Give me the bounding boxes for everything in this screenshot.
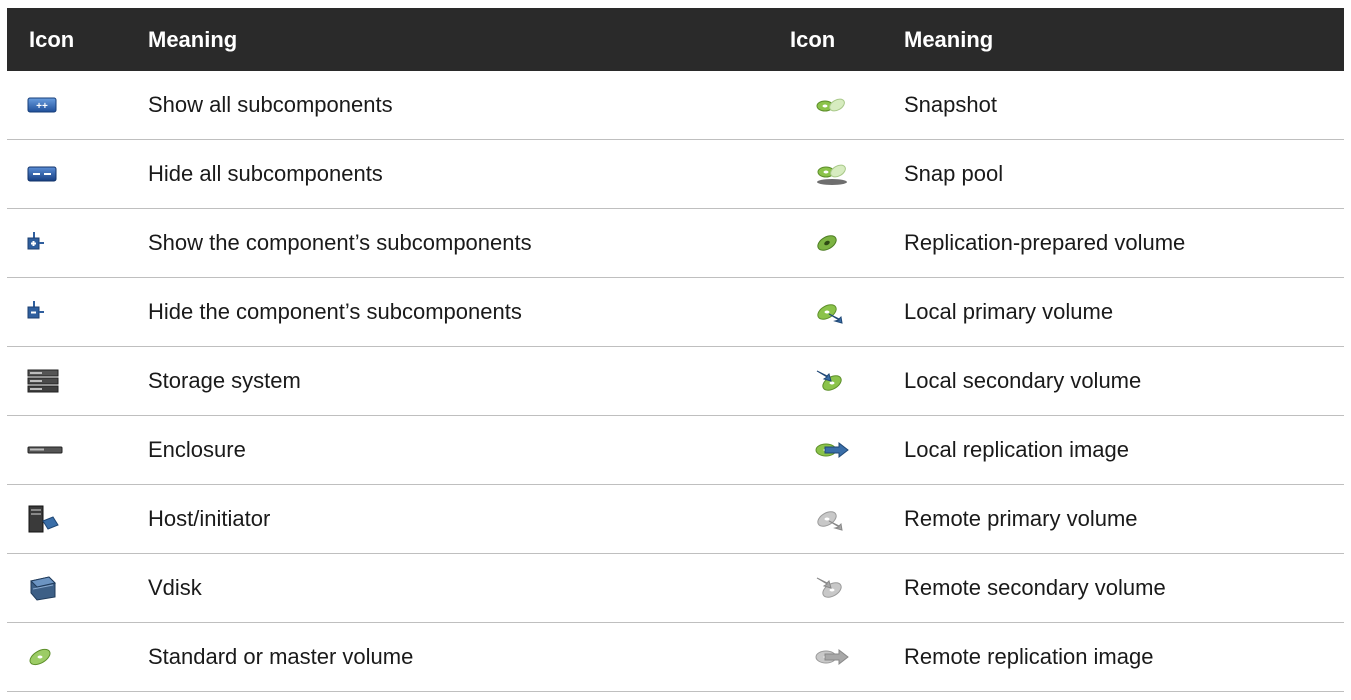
header-icon-left: Icon: [29, 26, 75, 52]
show-all-subcomponents-icon: ++: [27, 90, 148, 120]
meaning-left: Hide the component’s subcomponents: [148, 299, 522, 324]
meaning-right: Remote secondary volume: [904, 575, 1166, 600]
meaning-left: Host/initiator: [148, 506, 271, 531]
meaning-left: Show all subcomponents: [148, 92, 393, 117]
icon-legend-table: Icon Meaning Icon Meaning ++ Show all su…: [7, 8, 1344, 692]
meaning-right: Local secondary volume: [904, 368, 1142, 393]
local-replication-image-icon: [790, 435, 904, 465]
table-row: ++ Show all subcomponents Snapshot: [7, 71, 1344, 140]
table-row: Hide the component’s subcomponents Local…: [7, 278, 1344, 347]
hide-component-subcomponents-icon: [27, 297, 148, 327]
replication-prepared-volume-icon: [790, 228, 904, 258]
hide-all-subcomponents-icon: [27, 159, 148, 189]
table-row: Standard or master volume Remote replica…: [7, 623, 1344, 692]
meaning-left: Storage system: [148, 368, 301, 393]
header-meaning-left: Meaning: [148, 26, 238, 52]
snap-pool-icon: [790, 159, 904, 189]
storage-system-icon: [27, 366, 148, 396]
enclosure-icon: [27, 435, 148, 465]
header-icon-right: Icon: [790, 26, 836, 52]
table-row: Hide all subcomponents Snap pool: [7, 140, 1344, 209]
table-row: Enclosure Local replication image: [7, 416, 1344, 485]
meaning-left: Standard or master volume: [148, 644, 414, 669]
standard-master-volume-icon: [27, 642, 148, 672]
host-initiator-icon: [27, 504, 148, 534]
table-row: Show the component’s subcomponents Repli…: [7, 209, 1344, 278]
remote-secondary-volume-icon: [790, 573, 904, 603]
meaning-right: Snap pool: [904, 161, 1004, 186]
table-row: Host/initiator Remote primary volume: [7, 485, 1344, 554]
remote-replication-image-icon: [790, 642, 904, 672]
header-meaning-right: Meaning: [904, 26, 994, 52]
meaning-right: Replication-prepared volume: [904, 230, 1186, 255]
meaning-right: Local primary volume: [904, 299, 1114, 324]
meaning-left: Hide all subcomponents: [148, 161, 383, 186]
table-row: Vdisk Remote secondary volume: [7, 554, 1344, 623]
meaning-left: Enclosure: [148, 437, 246, 462]
vdisk-icon: [27, 573, 148, 603]
snapshot-icon: [790, 90, 904, 120]
svg-text:++: ++: [36, 101, 48, 112]
meaning-right: Remote replication image: [904, 644, 1154, 669]
meaning-left: Vdisk: [148, 575, 202, 600]
meaning-right: Remote primary volume: [904, 506, 1138, 531]
local-secondary-volume-icon: [790, 366, 904, 396]
show-component-subcomponents-icon: [27, 228, 148, 258]
meaning-right: Snapshot: [904, 92, 997, 117]
meaning-left: Show the component’s subcomponents: [148, 230, 532, 255]
table-row: Storage system Local secondary volume: [7, 347, 1344, 416]
table-header: Icon Meaning Icon Meaning: [7, 8, 1344, 71]
remote-primary-volume-icon: [790, 504, 904, 534]
meaning-right: Local replication image: [904, 437, 1130, 462]
local-primary-volume-icon: [790, 297, 904, 327]
